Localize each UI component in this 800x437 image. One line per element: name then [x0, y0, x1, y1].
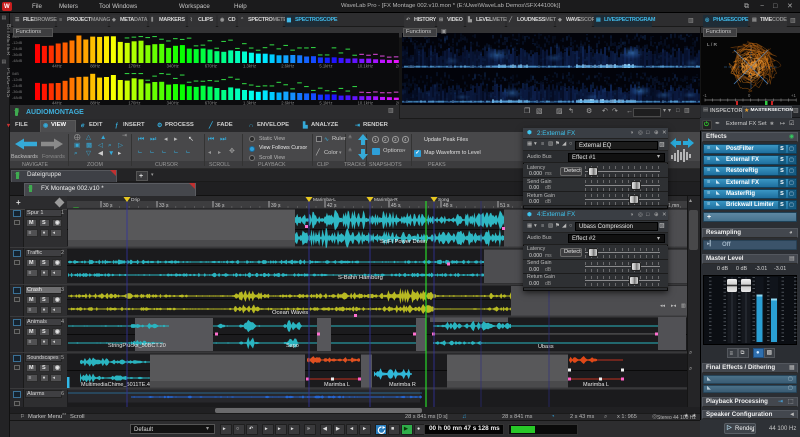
svg-text:-48dB: -48dB — [12, 59, 23, 63]
svg-text:44Hz: 44Hz — [52, 64, 62, 69]
svg-text:-12dB: -12dB — [12, 41, 23, 45]
svg-text:670Hz: 670Hz — [205, 64, 217, 69]
svg-text:-24dB: -24dB — [12, 47, 23, 51]
svg-text:Ubass: Ubass — [538, 344, 554, 350]
svg-text:-36dB: -36dB — [12, 53, 23, 57]
svg-text:Marimba L: Marimba L — [583, 382, 609, 388]
svg-text:Drip: Drip — [131, 197, 140, 203]
svg-text:-24dB: -24dB — [12, 84, 23, 88]
svg-text:340Hz: 340Hz — [167, 64, 179, 69]
svg-text:-36dB: -36dB — [12, 90, 23, 94]
svg-text:170Hz: 170Hz — [128, 64, 140, 69]
svg-text:-48dB: -48dB — [12, 96, 23, 100]
svg-text:L / R: L / R — [707, 42, 717, 48]
svg-text:1.3kHz: 1.3kHz — [243, 64, 256, 69]
svg-text:Marimba-L: Marimba-L — [313, 197, 336, 203]
svg-text:Ocean Waves: Ocean Waves — [272, 310, 308, 316]
svg-text:MultimediaChime_5011TE.400: MultimediaChime_5011TE.400 — [81, 382, 156, 388]
svg-text:Song: Song — [438, 197, 450, 203]
svg-text:5.1kHz: 5.1kHz — [319, 64, 332, 69]
svg-text:2.6kHz: 2.6kHz — [281, 64, 294, 69]
svg-text:88Hz: 88Hz — [90, 64, 100, 69]
svg-text:Marimba R: Marimba R — [389, 382, 416, 388]
svg-text:+1: +1 — [791, 93, 796, 98]
svg-text:-12dB: -12dB — [12, 78, 23, 82]
svg-text:SciFi Power Down: SciFi Power Down — [380, 239, 427, 245]
svg-text:Sapo: Sapo — [286, 343, 299, 349]
svg-text:Marimba-R: Marimba-R — [374, 197, 398, 203]
svg-text:Marimba L: Marimba L — [324, 382, 350, 388]
svg-text:StringPlucks_50BCT.20: StringPlucks_50BCT.20 — [108, 343, 166, 349]
svg-text:S-Bahn Hamburg: S-Bahn Hamburg — [338, 275, 383, 281]
svg-text:20kHz: 20kHz — [396, 64, 399, 69]
svg-text:10.1kHz: 10.1kHz — [358, 64, 373, 69]
svg-text:0dB: 0dB — [12, 72, 19, 76]
